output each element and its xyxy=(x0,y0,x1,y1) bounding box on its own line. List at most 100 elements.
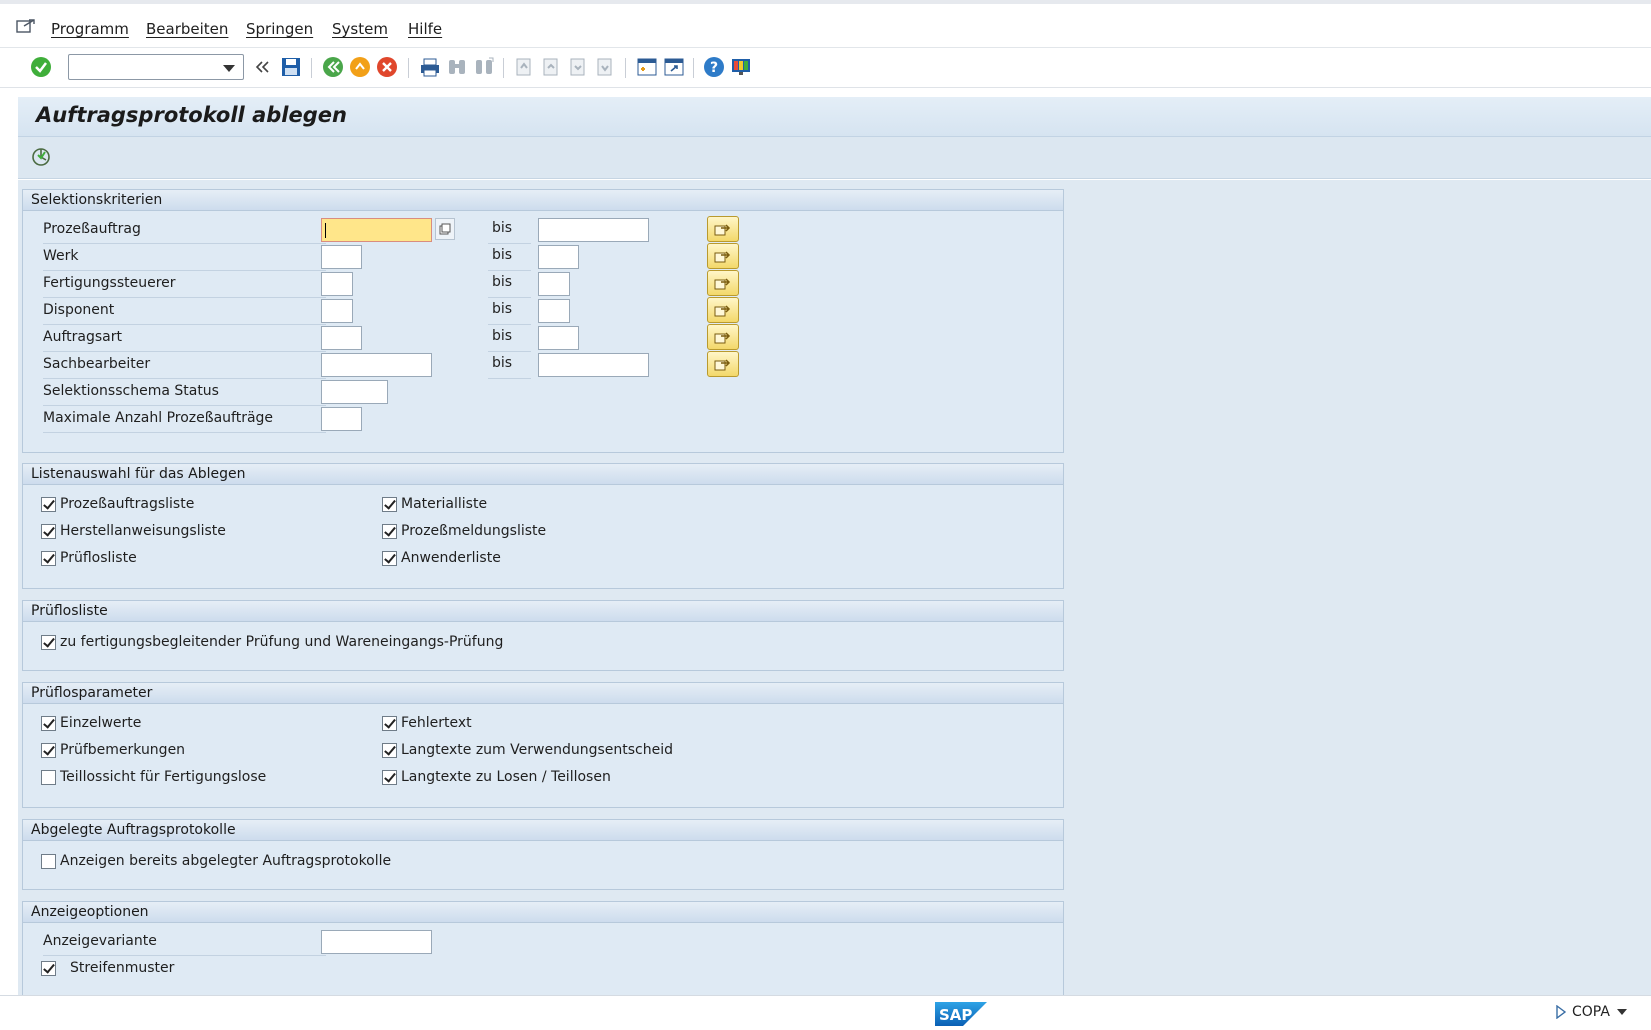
group-archived-logs: Abgelegte Auftragsprotokolle Anzeigen be… xyxy=(22,819,1064,890)
create-session-icon[interactable] xyxy=(635,55,659,79)
menu-system[interactable]: System xyxy=(332,20,388,38)
multiple-selection-button[interactable] xyxy=(707,297,739,323)
menu-expand-icon[interactable] xyxy=(16,18,36,36)
multiple-selection-button[interactable] xyxy=(707,324,739,350)
print-icon[interactable] xyxy=(418,55,442,79)
value-help-button[interactable] xyxy=(435,218,455,240)
checkbox[interactable] xyxy=(41,550,56,566)
clerk-from-input[interactable] xyxy=(321,353,432,377)
checkbox-stripe-pattern[interactable]: Streifenmuster xyxy=(41,957,174,979)
mrp-controller-from-input[interactable] xyxy=(321,299,353,323)
checkbox-show-archived-logs[interactable]: Anzeigen bereits abgelegter Auftragsprot… xyxy=(41,850,391,872)
menu-hilfe[interactable]: Hilfe xyxy=(408,20,442,38)
row-production-scheduler: Fertigungssteuerer bis xyxy=(23,270,1063,298)
display-variant-input[interactable] xyxy=(321,930,432,954)
plant-from-input[interactable] xyxy=(321,245,362,269)
checkbox[interactable] xyxy=(41,769,56,785)
shortcut-icon[interactable] xyxy=(662,55,686,79)
chevron-down-icon[interactable] xyxy=(1616,1008,1628,1016)
row-status-profile: Selektionsschema Status xyxy=(23,378,1063,406)
order-type-to-input[interactable] xyxy=(538,326,579,350)
menu-programm[interactable]: Programm xyxy=(51,20,129,38)
max-orders-input[interactable] xyxy=(321,407,362,431)
mrp-controller-to-input[interactable] xyxy=(538,299,570,323)
checkbox[interactable] xyxy=(41,634,56,650)
play-triangle-icon[interactable] xyxy=(1556,1005,1566,1019)
checkbox[interactable] xyxy=(41,853,56,869)
help-icon[interactable]: ? xyxy=(702,55,726,79)
multiple-selection-button[interactable] xyxy=(707,216,739,242)
checkbox-user-list[interactable]: Anwenderliste xyxy=(382,547,501,569)
checkbox[interactable] xyxy=(382,550,397,566)
menu-bar: Programm Bearbeiten Springen System Hilf… xyxy=(0,0,1651,48)
application-toolbar xyxy=(18,137,1651,179)
group-header: Prüflosparameter xyxy=(23,683,1063,704)
status-profile-input[interactable] xyxy=(321,380,388,404)
plant-to-input[interactable] xyxy=(538,245,579,269)
cancel-icon[interactable] xyxy=(375,55,399,79)
checkbox-process-order-list[interactable]: Prozeßauftragsliste xyxy=(41,493,194,515)
checkbox[interactable] xyxy=(382,715,397,731)
checkbox[interactable] xyxy=(382,523,397,539)
scheduler-from-input[interactable] xyxy=(321,272,353,296)
process-order-from-input[interactable] xyxy=(321,218,432,242)
exit-icon[interactable] xyxy=(348,55,372,79)
toolbar-separator xyxy=(311,58,312,78)
group-header: Abgelegte Auftragsprotokolle xyxy=(23,820,1063,841)
first-page-icon[interactable] xyxy=(512,55,536,79)
back-double-arrow-icon[interactable] xyxy=(250,55,274,79)
checkbox-label: Fehlertext xyxy=(401,715,472,731)
checkbox[interactable] xyxy=(41,523,56,539)
checkbox[interactable] xyxy=(382,496,397,512)
order-type-from-input[interactable] xyxy=(321,326,362,350)
checkbox-inspection-remarks[interactable]: Prüfbemerkungen xyxy=(41,739,185,761)
find-icon[interactable] xyxy=(445,55,469,79)
field-label: Werk xyxy=(43,247,326,271)
checkbox[interactable] xyxy=(41,960,56,976)
checkbox-defect-text[interactable]: Fehlertext xyxy=(382,712,472,734)
checkbox-label: Einzelwerte xyxy=(60,715,142,731)
checkbox-single-values[interactable]: Einzelwerte xyxy=(41,712,141,734)
next-page-icon[interactable] xyxy=(566,55,590,79)
menu-bearbeiten[interactable]: Bearbeiten xyxy=(146,20,228,38)
menu-springen[interactable]: Springen xyxy=(246,20,313,38)
checkbox-usage-decision-texts[interactable]: Langtexte zum Verwendungsentscheid xyxy=(382,739,673,761)
execute-icon[interactable] xyxy=(30,146,52,168)
toolbar-separator xyxy=(503,58,504,78)
group-selection-criteria: Selektionskriterien Prozeßauftrag bis We… xyxy=(22,189,1064,453)
find-next-icon[interactable] xyxy=(472,55,496,79)
last-page-icon[interactable] xyxy=(593,55,617,79)
row-process-order: Prozeßauftrag bis xyxy=(23,216,1063,244)
chevron-down-icon[interactable] xyxy=(223,65,235,72)
checkbox-production-instruction-list[interactable]: Herstellanweisungsliste xyxy=(41,520,226,542)
customize-layout-icon[interactable] xyxy=(729,55,753,79)
previous-page-icon[interactable] xyxy=(539,55,563,79)
checkbox-in-process-inspection[interactable]: zu fertigungsbegleitender Prüfung und Wa… xyxy=(41,631,503,653)
multiple-selection-button[interactable] xyxy=(707,243,739,269)
field-label: Selektionsschema Status xyxy=(43,382,326,406)
checkbox[interactable] xyxy=(41,496,56,512)
checkbox[interactable] xyxy=(41,742,56,758)
save-icon[interactable] xyxy=(279,55,303,79)
multiple-selection-button[interactable] xyxy=(707,270,739,296)
checkbox[interactable] xyxy=(382,769,397,785)
process-order-to-input[interactable] xyxy=(538,218,649,242)
scheduler-to-input[interactable] xyxy=(538,272,570,296)
enter-check-icon[interactable] xyxy=(29,55,53,79)
checkbox-material-list[interactable]: Materialliste xyxy=(382,493,487,515)
bis-label: bis xyxy=(488,328,531,352)
checkbox-process-message-list[interactable]: Prozeßmeldungsliste xyxy=(382,520,546,542)
row-clerk: Sachbearbeiter bis xyxy=(23,351,1063,379)
checkbox-label: Prozeßauftragsliste xyxy=(60,496,195,512)
checkbox-lot-long-texts[interactable]: Langtexte zu Losen / Teillosen xyxy=(382,766,611,788)
clerk-to-input[interactable] xyxy=(538,353,649,377)
back-icon[interactable] xyxy=(321,55,345,79)
checkbox[interactable] xyxy=(382,742,397,758)
checkbox[interactable] xyxy=(41,715,56,731)
system-id: COPA xyxy=(1572,1004,1610,1020)
command-field[interactable] xyxy=(68,54,244,80)
checkbox-inspection-lot-list[interactable]: Prüflosliste xyxy=(41,547,137,569)
multiple-selection-button[interactable] xyxy=(707,351,739,377)
checkbox-label: Langtexte zu Losen / Teillosen xyxy=(401,769,611,785)
checkbox-partial-lot-view[interactable]: Teillossicht für Fertigungslose xyxy=(41,766,266,788)
